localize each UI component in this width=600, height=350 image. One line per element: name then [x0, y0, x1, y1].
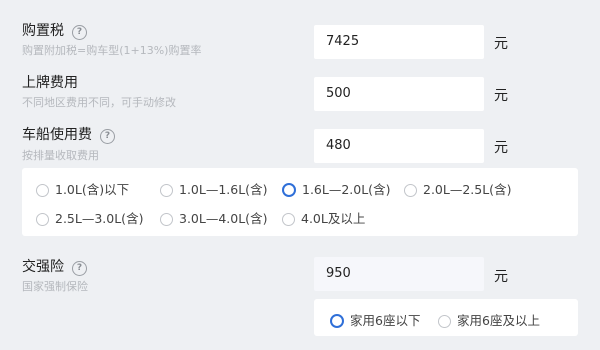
- radio-icon: [160, 213, 173, 226]
- displacement-option[interactable]: 1.0L(含)以下: [36, 179, 129, 198]
- radio-icon: [438, 315, 451, 328]
- displacement-option[interactable]: 2.0L—2.5L(含): [404, 179, 511, 198]
- question-circle-icon[interactable]: ?: [100, 129, 115, 144]
- vehicle-tax-unit: 元: [494, 140, 508, 156]
- purchase-tax-row: 购置税?: [22, 20, 87, 40]
- radio-icon: [282, 213, 295, 226]
- insurance-row: 交强险?: [22, 256, 87, 276]
- vehicle-tax-label: 车船使用费: [22, 127, 92, 143]
- license-fee-label: 上牌费用: [22, 75, 78, 91]
- displacement-option[interactable]: 4.0L及以上: [282, 208, 365, 227]
- displacement-option-selected[interactable]: 1.6L—2.0L(含): [282, 179, 390, 198]
- license-fee-unit: 元: [494, 88, 508, 104]
- displacement-option[interactable]: 3.0L—4.0L(含): [160, 208, 267, 227]
- radio-icon: [404, 184, 417, 197]
- purchase-tax-input[interactable]: 7425: [314, 25, 484, 59]
- insurance-hint: 国家强制保险: [22, 280, 88, 293]
- license-fee-input[interactable]: 500: [314, 77, 484, 111]
- seat-option-selected[interactable]: 家用6座以下: [330, 310, 420, 329]
- displacement-option[interactable]: 2.5L—3.0L(含): [36, 208, 143, 227]
- vehicle-tax-row: 车船使用费?: [22, 124, 115, 144]
- license-fee-hint: 不同地区费用不同，可手动修改: [22, 96, 176, 109]
- seat-option[interactable]: 家用6座及以上: [438, 310, 540, 329]
- displacement-options-panel: 1.0L(含)以下 1.0L—1.6L(含) 1.6L—2.0L(含) 2.0L…: [22, 168, 578, 236]
- insurance-label: 交强险: [22, 259, 64, 275]
- radio-checked-icon: [330, 314, 344, 328]
- insurance-unit: 元: [494, 269, 508, 285]
- radio-icon: [160, 184, 173, 197]
- purchase-tax-label: 购置税: [22, 23, 64, 39]
- displacement-option[interactable]: 1.0L—1.6L(含): [160, 179, 267, 198]
- vehicle-tax-input[interactable]: 480: [314, 129, 484, 163]
- insurance-input: 950: [314, 257, 484, 291]
- purchase-tax-hint: 购置附加税=购车型(1+13%)购置率: [22, 44, 202, 57]
- radio-icon: [36, 213, 49, 226]
- purchase-tax-unit: 元: [494, 36, 508, 52]
- question-circle-icon[interactable]: ?: [72, 25, 87, 40]
- radio-checked-icon: [282, 183, 296, 197]
- radio-icon: [36, 184, 49, 197]
- seat-options-panel: 家用6座以下 家用6座及以上: [314, 299, 578, 336]
- question-circle-icon[interactable]: ?: [72, 261, 87, 276]
- vehicle-tax-hint: 按排量收取费用: [22, 149, 99, 162]
